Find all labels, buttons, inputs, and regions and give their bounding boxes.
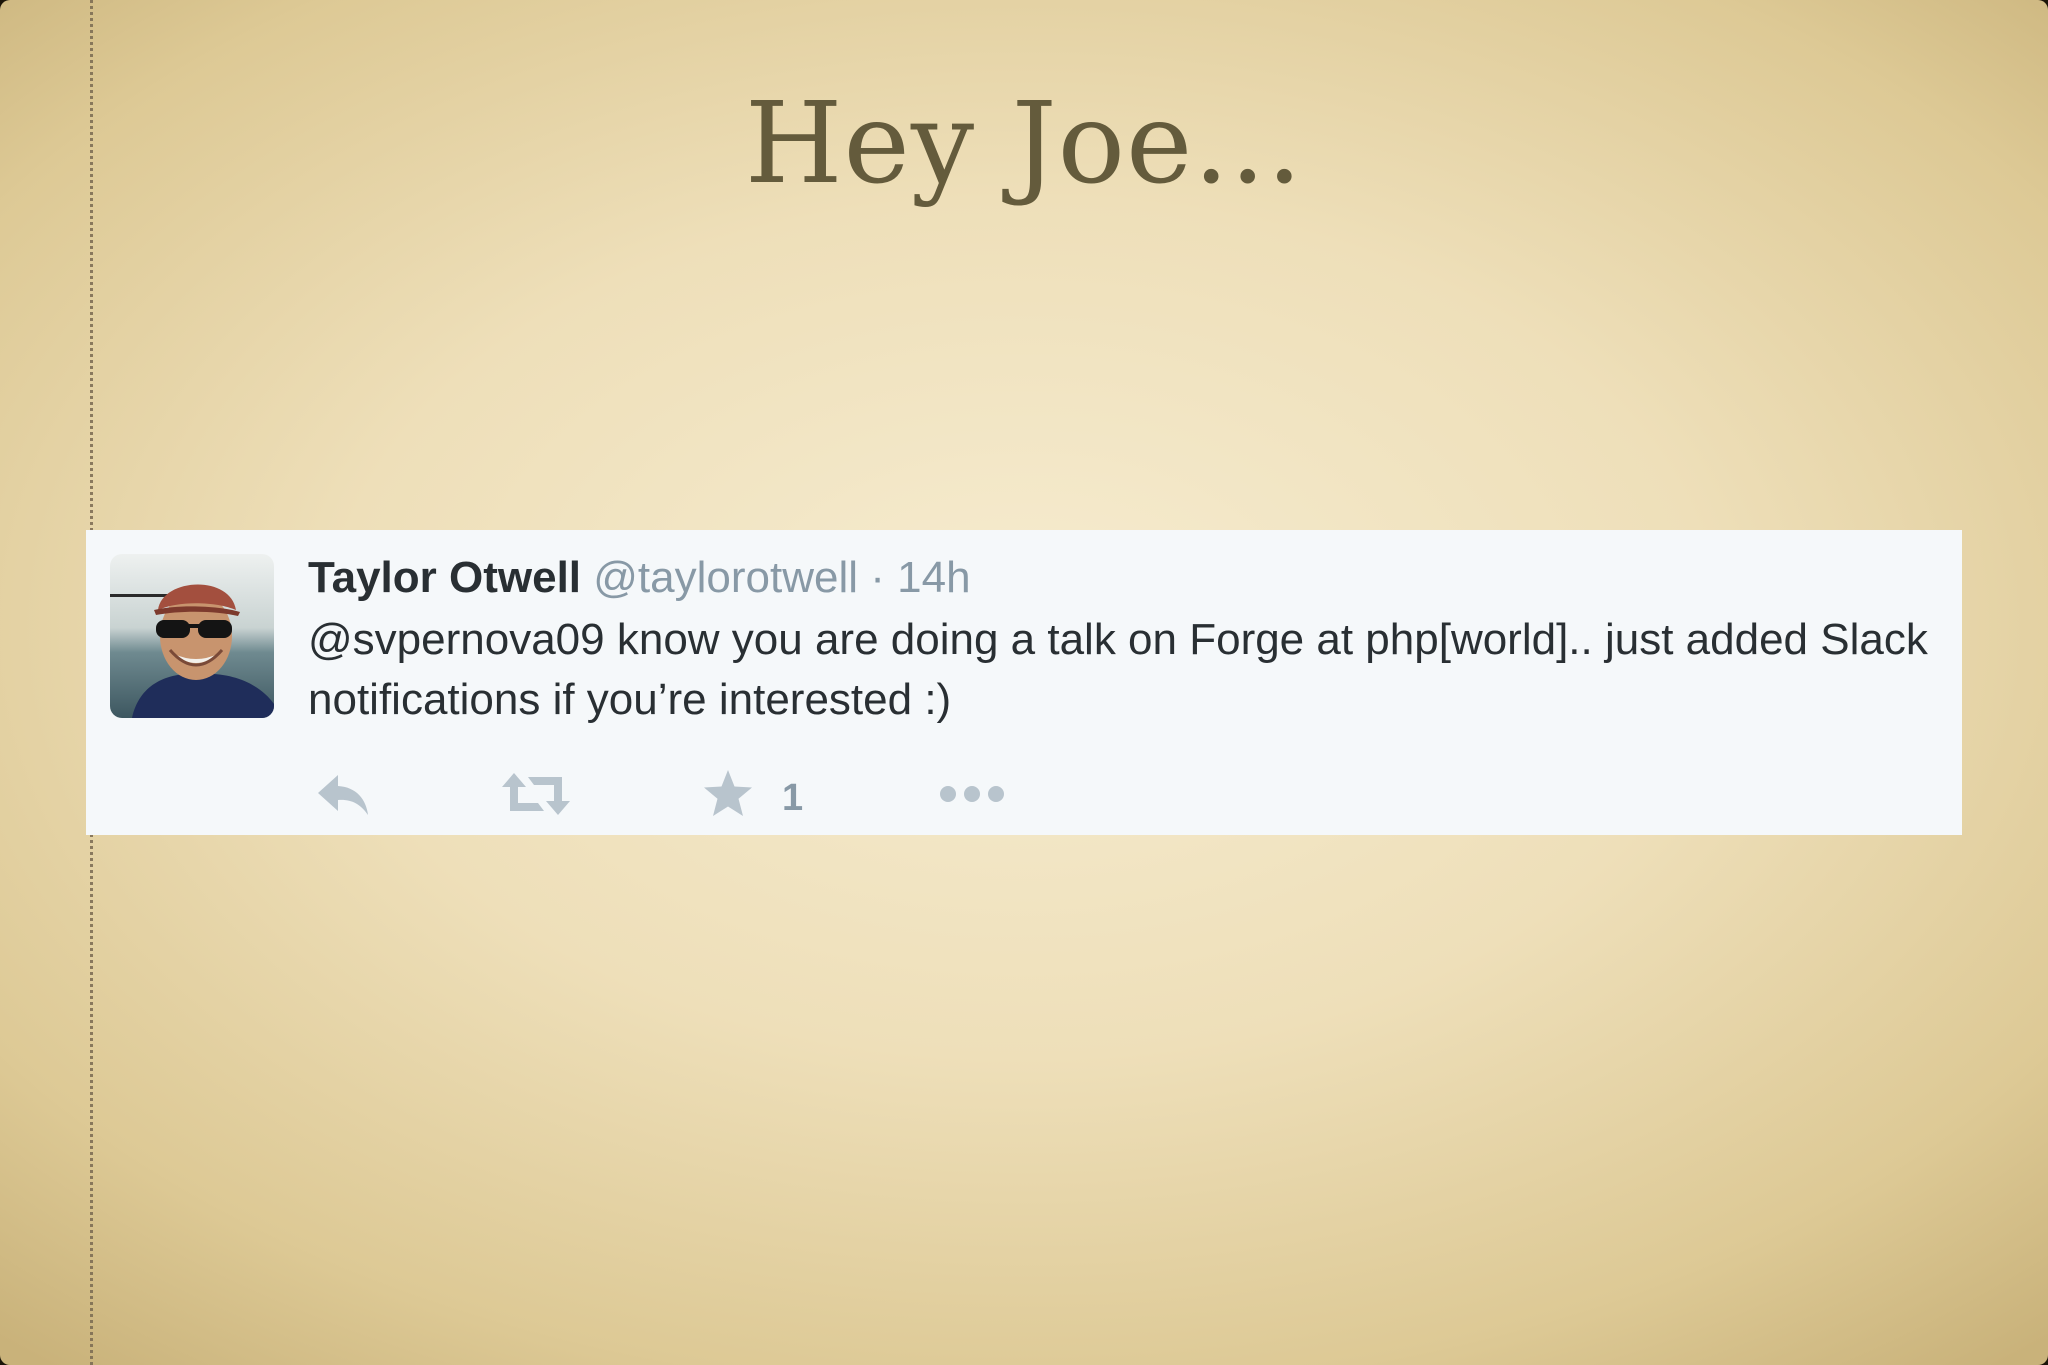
more-icon: [940, 786, 1004, 802]
slide-title: Hey Joe...: [744, 79, 1304, 209]
tweet-card[interactable]: Taylor Otwell @taylorotwell · 14h @svper…: [86, 530, 1962, 835]
favorite-count: 1: [782, 776, 804, 819]
reply-button[interactable]: [314, 764, 374, 824]
reply-icon: [318, 775, 368, 815]
more-button[interactable]: [938, 764, 1006, 824]
slide: Hey Joe... Taylor Otwell @taylorotwell ·…: [0, 0, 2048, 1365]
retweet-button[interactable]: [500, 764, 572, 824]
star-icon: [704, 770, 752, 816]
retweet-icon: [502, 773, 570, 815]
favorite-button[interactable]: 1: [702, 764, 803, 824]
tweet-actions: 1: [86, 530, 1962, 835]
